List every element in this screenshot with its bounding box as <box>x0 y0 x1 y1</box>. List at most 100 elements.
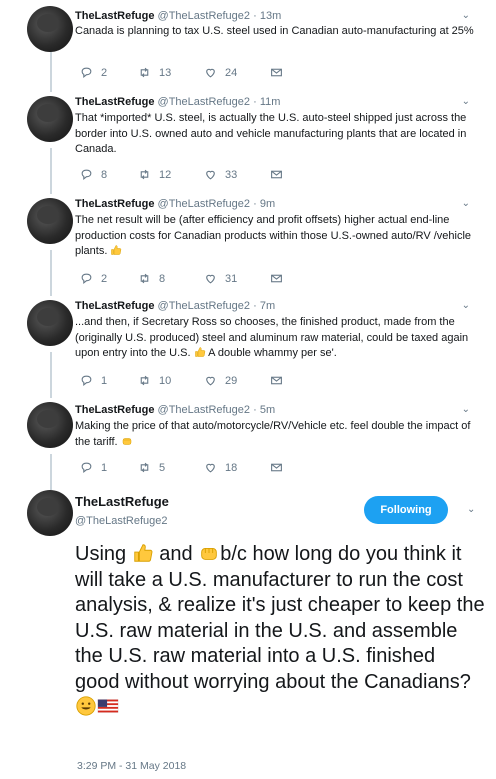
author-handle[interactable]: @TheLastRefuge2 <box>158 404 251 416</box>
fist-icon <box>201 547 217 560</box>
reply-icon <box>81 375 92 386</box>
separator: · <box>253 10 257 22</box>
reply-button[interactable]: 1 <box>80 374 107 387</box>
reply-icon <box>81 169 92 180</box>
following-button[interactable]: Following <box>364 496 448 524</box>
avatar[interactable] <box>27 198 73 244</box>
tweet-text: The net result will be (after efficiency… <box>75 214 472 257</box>
reply-button[interactable]: 8 <box>80 168 107 181</box>
heart-icon <box>206 376 215 386</box>
retweet-count: 5 <box>159 461 166 474</box>
tweet-text: Canada is planning to tax U.S. steel use… <box>75 25 474 37</box>
separator: · <box>253 198 257 210</box>
dm-button[interactable] <box>270 168 283 181</box>
tweet-time[interactable]: 9m <box>260 198 275 210</box>
chevron-down-icon[interactable]: ⌄ <box>462 96 470 107</box>
retweet-icon <box>140 67 149 78</box>
avatar[interactable] <box>27 96 73 142</box>
thumbs-up-icon <box>133 544 153 562</box>
author-handle[interactable]: @TheLastRefuge2 <box>158 198 251 210</box>
like-button[interactable]: 29 <box>204 374 237 387</box>
like-button[interactable]: 33 <box>204 168 237 181</box>
author-handle[interactable]: @TheLastRefuge2 <box>158 96 251 108</box>
chevron-down-icon[interactable]: ⌄ <box>462 198 470 209</box>
dm-button[interactable] <box>270 66 283 79</box>
avatar[interactable] <box>27 6 73 52</box>
author-name[interactable]: TheLastRefuge <box>75 96 154 108</box>
dm-button[interactable] <box>270 374 283 387</box>
envelope-icon <box>271 274 282 283</box>
reply-count: 1 <box>101 461 108 474</box>
tweet[interactable]: TheLastRefuge @TheLastRefuge2 · 13m ⌄ Ca… <box>0 0 496 92</box>
main-tweet-text: Using and b/c how long do you think it w… <box>75 542 485 721</box>
chevron-down-icon[interactable]: ⌄ <box>467 504 475 515</box>
author-handle[interactable]: @TheLastRefuge2 <box>158 10 251 22</box>
tweet-text: Making the price of that auto/motorcycle… <box>75 420 471 448</box>
tweet-text: and <box>159 543 193 565</box>
like-count: 31 <box>225 272 238 285</box>
tweet-header: TheLastRefuge @TheLastRefuge2 · 13m <box>75 10 281 22</box>
author-name[interactable]: TheLastRefuge <box>75 404 154 416</box>
author-name[interactable]: TheLastRefuge <box>75 198 154 210</box>
reply-button[interactable]: 1 <box>80 461 107 474</box>
like-button[interactable]: 31 <box>204 272 237 285</box>
reply-count: 2 <box>101 66 108 79</box>
tweet-time[interactable]: 13m <box>260 10 281 22</box>
retweet-button[interactable]: 13 <box>138 66 171 79</box>
thumbs-up-icon <box>194 347 205 357</box>
author-name[interactable]: TheLastRefuge <box>75 494 169 509</box>
author-name[interactable]: TheLastRefuge <box>75 300 154 312</box>
like-count: 18 <box>225 461 238 474</box>
reply-button[interactable]: 2 <box>80 66 107 79</box>
separator: · <box>253 96 257 108</box>
retweet-count: 8 <box>159 272 166 285</box>
dm-button[interactable] <box>270 272 283 285</box>
heart-icon <box>206 170 215 180</box>
like-button[interactable]: 18 <box>204 461 237 474</box>
avatar[interactable] <box>27 490 73 536</box>
chevron-down-icon[interactable]: ⌄ <box>462 404 470 415</box>
smiley-icon <box>76 696 96 716</box>
tweet-time[interactable]: 11m <box>260 96 281 108</box>
author-name[interactable]: TheLastRefuge <box>75 10 154 22</box>
us-flag-icon <box>97 699 119 713</box>
envelope-icon <box>271 170 282 179</box>
tweet[interactable]: TheLastRefuge @TheLastRefuge2 · 7m ⌄ ...… <box>0 296 496 398</box>
tweet[interactable]: TheLastRefuge @TheLastRefuge2 · 11m ⌄ Th… <box>0 92 496 194</box>
reply-button[interactable]: 2 <box>80 272 107 285</box>
retweet-button[interactable]: 12 <box>138 168 171 181</box>
tweet-timestamp[interactable]: 3:29 PM - 31 May 2018 <box>77 760 186 772</box>
envelope-icon <box>271 463 282 472</box>
avatar[interactable] <box>27 300 73 346</box>
chevron-down-icon[interactable]: ⌄ <box>462 10 470 21</box>
like-button[interactable]: 24 <box>204 66 237 79</box>
like-count: 33 <box>225 168 238 181</box>
author-handle[interactable]: @TheLastRefuge2 <box>158 300 251 312</box>
chevron-down-icon[interactable]: ⌄ <box>462 300 470 311</box>
tweet-text-container: Making the price of that auto/motorcycle… <box>75 419 475 450</box>
retweet-icon <box>140 273 149 284</box>
reply-icon <box>81 273 92 284</box>
retweet-button[interactable]: 8 <box>138 272 165 285</box>
tweet-time[interactable]: 7m <box>260 300 275 312</box>
retweet-icon <box>140 462 149 473</box>
tweet-time[interactable]: 5m <box>260 404 275 416</box>
tweet[interactable]: TheLastRefuge @TheLastRefuge2 · 9m ⌄ The… <box>0 194 496 296</box>
tweet-header: TheLastRefuge @TheLastRefuge2 · 7m <box>75 300 275 312</box>
avatar[interactable] <box>27 402 73 448</box>
reply-icon <box>81 462 92 473</box>
tweet-text-container: The net result will be (after efficiency… <box>75 213 475 260</box>
retweet-icon <box>140 375 149 386</box>
separator: · <box>253 300 257 312</box>
tweet-text-container: ...and then, if Secretary Ross so choose… <box>75 315 480 362</box>
heart-icon <box>206 463 215 473</box>
envelope-icon <box>271 68 282 77</box>
heart-icon <box>206 274 215 284</box>
tweet[interactable]: TheLastRefuge @TheLastRefuge2 · 5m ⌄ Mak… <box>0 398 496 484</box>
retweet-button[interactable]: 5 <box>138 461 165 474</box>
retweet-button[interactable]: 10 <box>138 374 171 387</box>
retweet-count: 12 <box>159 168 172 181</box>
dm-button[interactable] <box>270 461 283 474</box>
author-handle[interactable]: @TheLastRefuge2 <box>75 515 168 527</box>
envelope-icon <box>271 376 282 385</box>
